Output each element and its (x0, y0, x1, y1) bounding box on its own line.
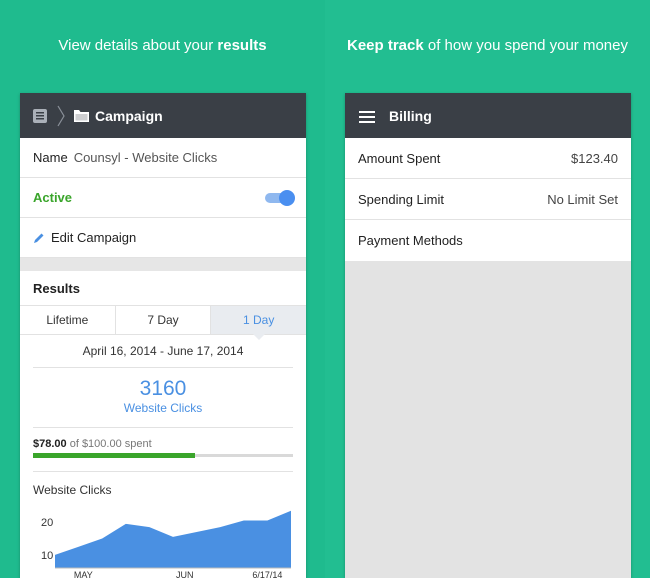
campaign-name-value: Counsyl - Website Clicks (73, 150, 218, 165)
right-headline: Keep track of how you spend your money (325, 37, 650, 54)
list-icon[interactable] (32, 108, 48, 124)
campaign-screen: Campaign Name Counsyl - Website Clicks A… (20, 93, 306, 578)
metric-block: 3160 Website Clicks (20, 368, 306, 415)
y-tick-label: 10 (41, 550, 53, 562)
spend-amount: $78.00 (33, 438, 67, 450)
spend-total: of $100.00 spent (66, 438, 152, 450)
status-label: Active (33, 190, 73, 205)
left-headline: View details about your results (0, 37, 325, 54)
spend-progress-fill (33, 453, 196, 458)
billing-topbar: Billing (345, 93, 631, 138)
tab-lifetime[interactable]: Lifetime (20, 306, 116, 334)
left-panel: View details about your results Campaign… (0, 0, 325, 578)
edit-campaign-label: Edit Campaign (51, 230, 137, 245)
metric-label: Website Clicks (123, 401, 203, 415)
edit-campaign-row[interactable]: Edit Campaign (20, 218, 306, 258)
results-title: Results (33, 280, 80, 296)
metric-value: 3160 (139, 377, 187, 400)
spend-summary: $78.00 of $100.00 spent (20, 428, 306, 450)
headline-text: of how you spend your money (423, 37, 628, 54)
payment-methods-label: Payment Methods (358, 233, 463, 248)
amount-spent-value: $123.40 (571, 150, 618, 166)
billing-title: Billing (389, 107, 432, 124)
pencil-icon (33, 232, 45, 244)
payment-methods-row[interactable]: Payment Methods (345, 220, 631, 261)
section-gap (20, 258, 306, 271)
spend-progress (33, 453, 293, 458)
amount-spent-row[interactable]: Amount Spent $123.40 (345, 138, 631, 179)
breadcrumb-current[interactable]: Campaign (95, 108, 163, 124)
campaign-topbar: Campaign (20, 93, 306, 138)
results-tabs: Lifetime 7 Day 1 Day (20, 305, 306, 340)
active-toggle[interactable] (265, 189, 295, 206)
headline-bold: Keep track (346, 37, 424, 54)
results-header: Results (20, 271, 306, 305)
spending-limit-label: Spending Limit (358, 191, 444, 207)
toggle-knob (279, 189, 295, 206)
clicks-area-series (55, 510, 291, 568)
campaign-name-row: Name Counsyl - Website Clicks (20, 138, 306, 178)
y-tick-label: 20 (41, 517, 53, 529)
campaign-status-row: Active (20, 178, 306, 218)
tab-1-day[interactable]: 1 Day (211, 306, 306, 340)
breadcrumb-chevron-icon (56, 104, 66, 128)
spending-limit-row[interactable]: Spending Limit No Limit Set (345, 179, 631, 220)
spending-limit-value: No Limit Set (547, 191, 618, 207)
website-clicks-chart: 20 10 MAY JUN 6/17/14 (41, 510, 291, 578)
right-panel: Keep track of how you spend your money B… (325, 0, 650, 578)
tab-7-day[interactable]: 7 Day (115, 306, 212, 334)
x-tick-label: 6/17/14 (252, 570, 282, 578)
x-tick-label: MAY (74, 570, 93, 578)
headline-bold: results (217, 37, 267, 54)
menu-icon[interactable] (359, 110, 375, 123)
name-label: Name (33, 150, 68, 165)
headline-text: View details about your (58, 37, 218, 54)
billing-screen: Billing Amount Spent $123.40 Spending Li… (345, 93, 631, 578)
folder-icon (74, 109, 89, 122)
amount-spent-label: Amount Spent (358, 150, 441, 166)
x-tick-label: JUN (176, 570, 194, 578)
